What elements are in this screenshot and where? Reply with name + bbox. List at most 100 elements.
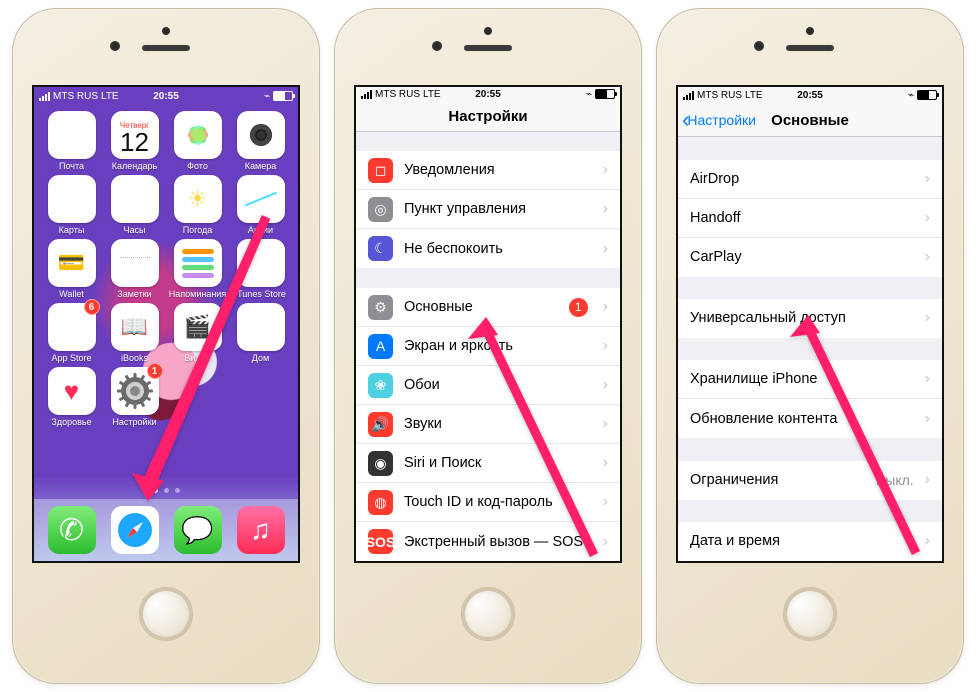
- status-bar: MTS RUS LTE 20:55 ⌁: [34, 87, 298, 105]
- app-label: Настройки: [112, 417, 156, 427]
- row-general[interactable]: ⚙Основные1›: [356, 288, 620, 327]
- row-label: Дата и время: [690, 533, 914, 549]
- row-label: Хранилище iPhone: [690, 371, 914, 387]
- app-appstore[interactable]: 6App Store: [40, 303, 103, 363]
- dock-phone[interactable]: [48, 506, 96, 554]
- app-label: App Store: [51, 353, 91, 363]
- row-siri[interactable]: ◉ Siri и Поиск ›: [356, 444, 620, 483]
- app-label: Wallet: [59, 289, 84, 299]
- app-label: Напоминания: [169, 289, 226, 299]
- app-notes[interactable]: Заметки: [103, 239, 166, 299]
- app-label: Карты: [59, 225, 85, 235]
- chevron-right-icon: ›: [603, 454, 608, 472]
- app-home[interactable]: Дом: [229, 303, 292, 363]
- app-maps[interactable]: Карты: [40, 175, 103, 235]
- chevron-right-icon: ›: [925, 209, 930, 227]
- row-label: Основные: [404, 299, 558, 315]
- app-mail[interactable]: Почта: [40, 111, 103, 171]
- row-handoff[interactable]: Handoff›: [678, 199, 942, 238]
- touchid-icon: ◍: [368, 490, 393, 515]
- app-label: Почта: [59, 161, 84, 171]
- settings-icon: 1: [111, 367, 159, 415]
- row-wallpaper[interactable]: ❀Обои›: [356, 366, 620, 405]
- row-label: Обновление контента: [690, 411, 914, 427]
- row-control-center[interactable]: ◎Пункт управления›: [356, 190, 620, 229]
- wallet-icon: [48, 239, 96, 287]
- chevron-right-icon: ›: [603, 298, 608, 316]
- status-bar: MTS RUSLTE 20:55 ⌁: [678, 87, 942, 104]
- signal-icon: [39, 92, 50, 101]
- app-label: Часы: [124, 225, 146, 235]
- row-restrictions[interactable]: ОграниченияВыкл.›: [678, 461, 942, 500]
- app-label: Календарь: [112, 161, 157, 171]
- app-video[interactable]: Видео: [166, 303, 229, 363]
- dnd-icon: ☾: [368, 236, 393, 261]
- app-settings[interactable]: 1 Настройки: [103, 367, 166, 427]
- page-title: Настройки: [448, 108, 527, 125]
- row-dnd[interactable]: ☾Не беспокоить›: [356, 229, 620, 268]
- settings-screen[interactable]: MTS RUSLTE 20:55 ⌁ Настройки ◻Уведомлени…: [354, 85, 622, 563]
- row-label: Пункт управления: [404, 201, 592, 217]
- app-photos[interactable]: Фото: [166, 111, 229, 171]
- app-label: iTunes Store: [235, 289, 286, 299]
- row-carplay[interactable]: CarPlay›: [678, 238, 942, 277]
- chevron-right-icon: ›: [603, 161, 608, 179]
- calendar-icon: Четверг12: [111, 111, 159, 159]
- app-label: Камера: [245, 161, 276, 171]
- app-reminders[interactable]: Напоминания: [166, 239, 229, 299]
- row-notifications[interactable]: ◻ Уведомления ›: [356, 151, 620, 190]
- row-display[interactable]: AЭкран и яркость›: [356, 327, 620, 366]
- bluetooth-icon: ⌁: [908, 90, 914, 101]
- chevron-right-icon: ›: [603, 533, 608, 551]
- badge: 6: [84, 299, 100, 315]
- weather-icon: [174, 175, 222, 223]
- sos-icon: SOS: [368, 529, 393, 554]
- chevron-right-icon: ›: [603, 337, 608, 355]
- row-label: Не беспокоить: [404, 241, 592, 257]
- row-airdrop[interactable]: AirDrop›: [678, 160, 942, 199]
- home-button[interactable]: [139, 587, 193, 641]
- row-label: Siri и Поиск: [404, 455, 592, 471]
- row-touchid[interactable]: ◍Touch ID и код-пароль›: [356, 483, 620, 522]
- row-sounds[interactable]: 🔊Звуки›: [356, 405, 620, 444]
- row-label: Экстренный вызов — SOS: [404, 534, 592, 550]
- battery-icon: [273, 91, 293, 101]
- camera-icon: [237, 111, 285, 159]
- siri-icon: ◉: [368, 451, 393, 476]
- general-screen[interactable]: MTS RUSLTE 20:55 ⌁ ‹Настройки Основные A…: [676, 85, 944, 563]
- app-stocks[interactable]: Акции: [229, 175, 292, 235]
- chevron-right-icon: ›: [925, 410, 930, 428]
- app-camera[interactable]: Камера: [229, 111, 292, 171]
- row-label: Уведомления: [404, 162, 592, 178]
- app-health[interactable]: Здоровье: [40, 367, 103, 427]
- row-bgrefresh[interactable]: Обновление контента ›: [678, 399, 942, 438]
- back-button[interactable]: ‹Настройки: [682, 112, 756, 128]
- row-storage[interactable]: Хранилище iPhone ›: [678, 360, 942, 399]
- chevron-right-icon: ›: [925, 471, 930, 489]
- app-label: Погода: [183, 225, 213, 235]
- app-itunes[interactable]: iTunes Store: [229, 239, 292, 299]
- dock-music[interactable]: [237, 506, 285, 554]
- app-ibooks[interactable]: iBooks: [103, 303, 166, 363]
- row-label: Ограничения: [690, 472, 865, 488]
- chevron-right-icon: ›: [925, 370, 930, 388]
- notifications-icon: ◻: [368, 158, 393, 183]
- app-wallet[interactable]: Wallet: [40, 239, 103, 299]
- app-label: Заметки: [117, 289, 151, 299]
- dock-safari[interactable]: [111, 506, 159, 554]
- row-datetime[interactable]: Дата и время›: [678, 522, 942, 561]
- row-label: Touch ID и код-пароль: [404, 494, 592, 510]
- home-screen[interactable]: MTS RUS LTE 20:55 ⌁ Почта Четверг12 Календ…: [32, 85, 300, 563]
- chevron-right-icon: ›: [603, 415, 608, 433]
- app-weather[interactable]: Погода: [166, 175, 229, 235]
- app-calendar[interactable]: Четверг12 Календарь: [103, 111, 166, 171]
- home-button[interactable]: [783, 587, 837, 641]
- row-sos[interactable]: SOS Экстренный вызов — SOS ›: [356, 522, 620, 561]
- row-accessibility[interactable]: Универсальный доступ›: [678, 299, 942, 338]
- app-clock[interactable]: Часы: [103, 175, 166, 235]
- dock: [34, 499, 298, 561]
- dock-messages[interactable]: [174, 506, 222, 554]
- bluetooth-icon: ⌁: [586, 89, 592, 100]
- clock-icon: [111, 175, 159, 223]
- home-button[interactable]: [461, 587, 515, 641]
